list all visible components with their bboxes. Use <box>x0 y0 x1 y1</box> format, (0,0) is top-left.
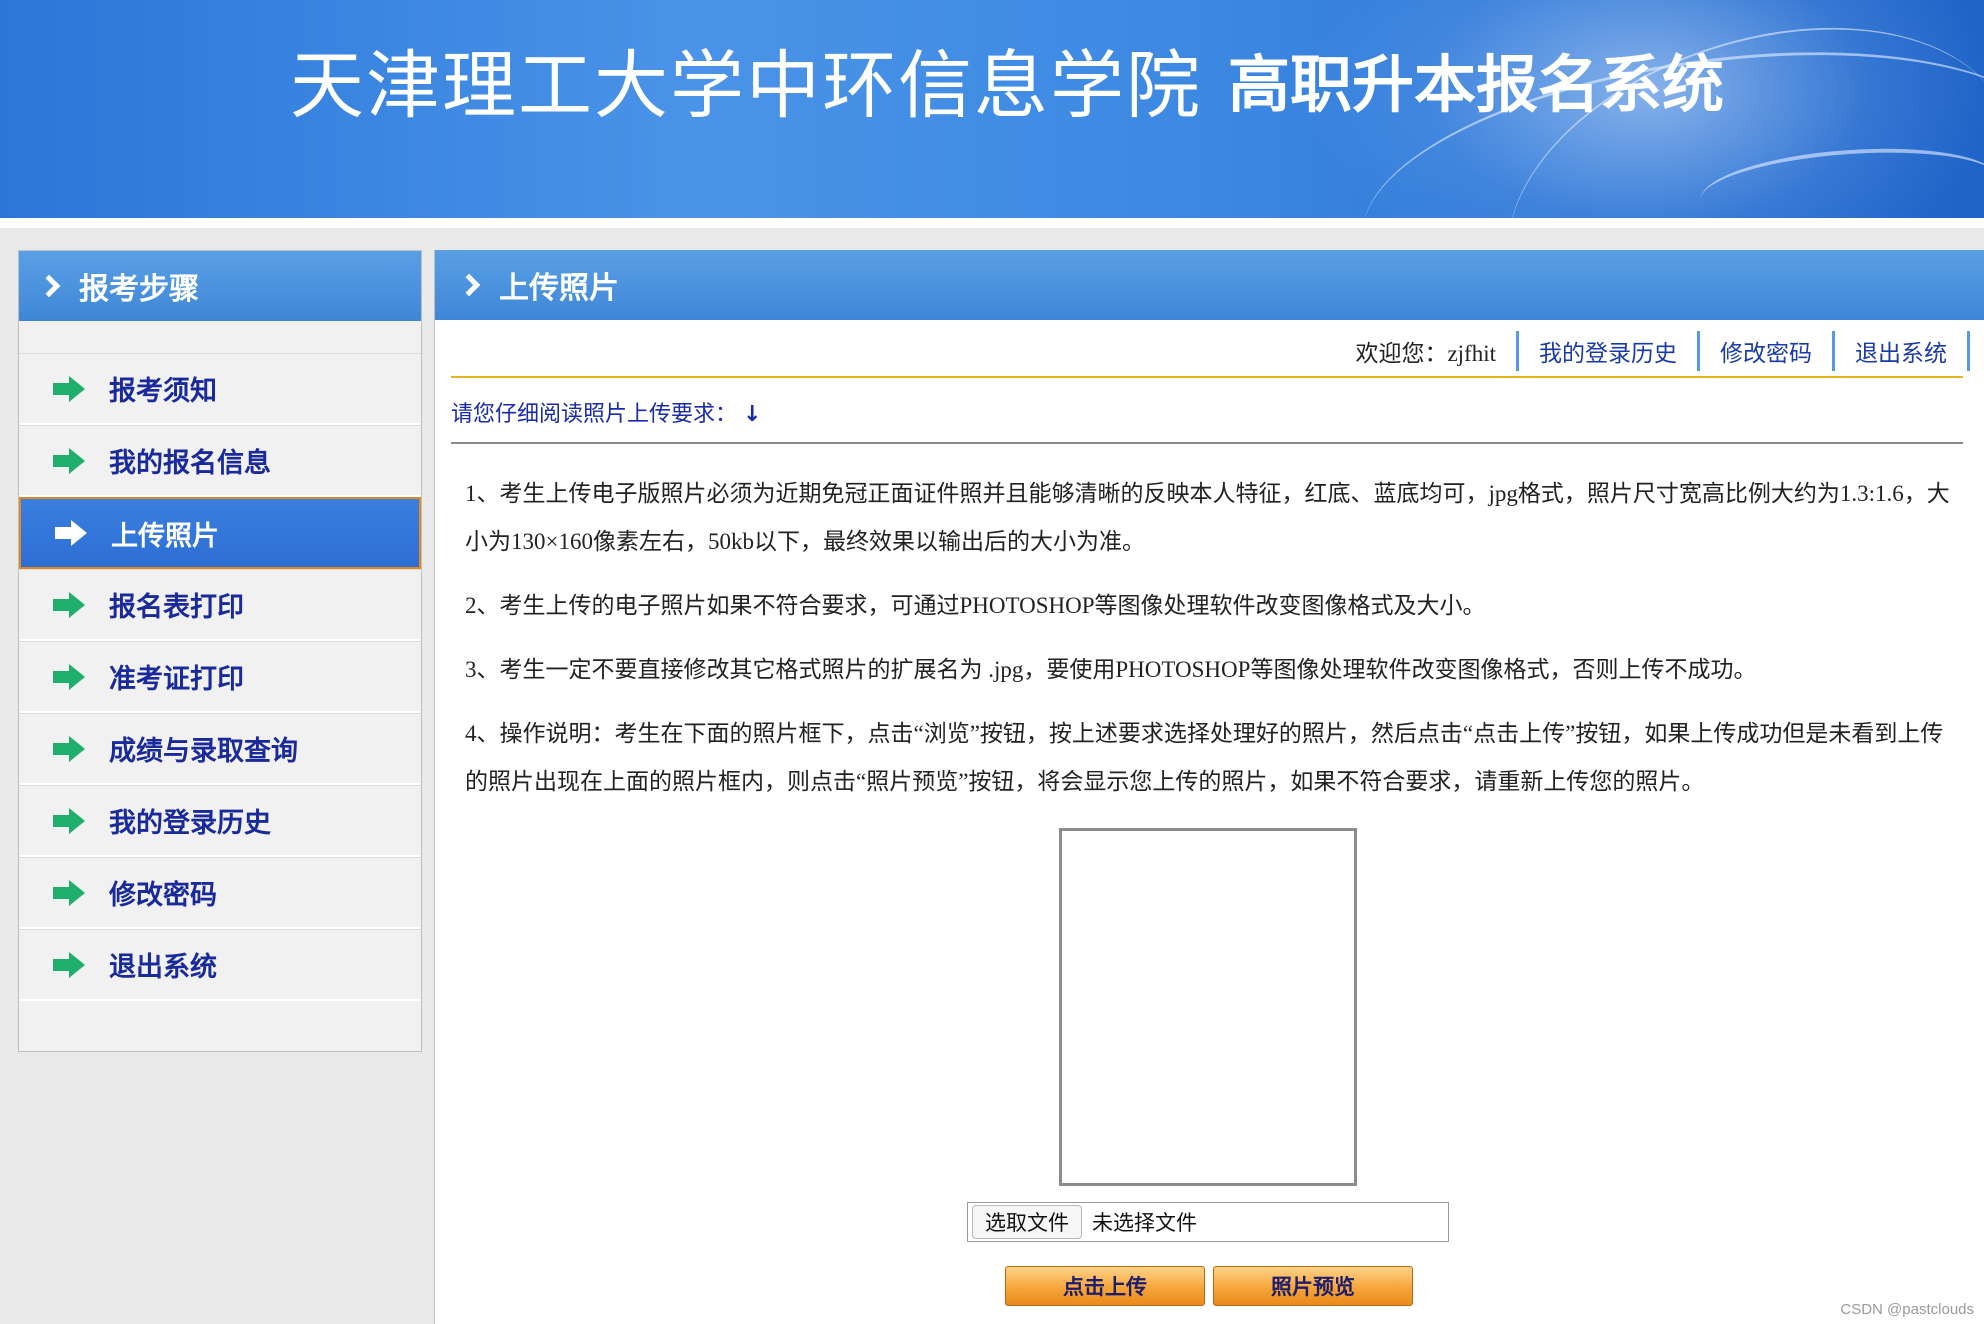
sidebar-item-login-history[interactable]: 我的登录历史 <box>19 785 421 857</box>
notice-title-text: 请您仔细阅读照片上传要求： <box>451 401 738 426</box>
green-arrow-icon <box>53 447 85 474</box>
sidebar-item-print-form[interactable]: 报名表打印 <box>19 569 421 641</box>
photo-preview-frame <box>1059 828 1357 1186</box>
school-name: 天津理工大学中环信息学院 <box>290 43 1202 129</box>
action-buttons: 点击上传 照片预览 <box>1005 1266 1413 1306</box>
chevron-right-icon <box>457 273 481 297</box>
sidebar-item-label: 退出系统 <box>109 952 217 983</box>
choose-file-button[interactable]: 选取文件 <box>972 1205 1082 1239</box>
welcome-text: 欢迎您：zjfhit <box>1355 341 1496 366</box>
green-arrow-icon <box>53 375 85 402</box>
sidebar-item-change-password[interactable]: 修改密码 <box>19 857 421 929</box>
notice-title: 请您仔细阅读照片上传要求： ↓ <box>451 396 761 428</box>
divider <box>451 442 1963 444</box>
sidebar-item-label: 修改密码 <box>109 880 217 911</box>
watermark: CSDN @pastclouds <box>1840 1301 1974 1318</box>
sidebar-title: 报考步骤 <box>79 272 199 307</box>
page-title: 上传照片 <box>499 271 619 306</box>
rule-item: 3、考生一定不要直接修改其它格式照片的扩展名为 .jpg，要使用PHOTOSHO… <box>465 657 1757 682</box>
file-status-text: 未选择文件 <box>1092 1211 1197 1235</box>
chevron-right-icon <box>37 274 61 298</box>
white-arrow-icon <box>55 520 87 546</box>
sidebar-menu: 报考须知 我的报名信息 上传照片 报名表打印 准考证打印 成绩与录取查询 我的登… <box>19 353 421 1001</box>
down-arrow-icon: ↓ <box>743 402 762 427</box>
sidebar-item-upload-photo[interactable]: 上传照片 <box>19 497 421 569</box>
sidebar-item-label: 成绩与录取查询 <box>109 736 298 767</box>
green-arrow-icon <box>53 663 85 690</box>
green-arrow-icon <box>53 879 85 906</box>
header-banner: 天津理工大学中环信息学院 高职升本报名系统 <box>0 0 1984 218</box>
user-bar: 欢迎您：zjfhit 我的登录历史 修改密码 退出系统 <box>1355 328 1970 374</box>
divider <box>451 376 1963 378</box>
link-separator <box>1967 331 1970 371</box>
system-name: 高职升本报名系统 <box>1228 48 1725 121</box>
sidebar-item-print-admission[interactable]: 准考证打印 <box>19 641 421 713</box>
sidebar-item-results-query[interactable]: 成绩与录取查询 <box>19 713 421 785</box>
banner-divider <box>0 218 1984 228</box>
green-arrow-icon <box>53 807 85 834</box>
sidebar-item-label: 上传照片 <box>111 520 219 552</box>
sidebar-item-my-registration[interactable]: 我的报名信息 <box>19 425 421 497</box>
sidebar: 报考步骤 报考须知 我的报名信息 上传照片 报名表打印 准考证打印 成绩与录取查… <box>18 250 422 1052</box>
main-header: 上传照片 <box>435 250 1984 320</box>
rule-item: 4、操作说明：考生在下面的照片框下，点击“浏览”按钮，按上述要求选择处理好的照片… <box>465 721 1944 794</box>
rule-item: 1、考生上传电子版照片必须为近期免冠正面证件照并且能够清晰的反映本人特征，红底、… <box>465 481 1950 554</box>
upload-button[interactable]: 点击上传 <box>1005 1266 1205 1306</box>
upload-rules: 1、考生上传电子版照片必须为近期免冠正面证件照并且能够清晰的反映本人特征，红底、… <box>465 470 1963 822</box>
sidebar-item-label: 报考须知 <box>109 376 217 407</box>
green-arrow-icon <box>53 735 85 762</box>
rule-item: 2、考生上传的电子照片如果不符合要求，可通过PHOTOSHOP等图像处理软件改变… <box>465 593 1486 618</box>
preview-button[interactable]: 照片预览 <box>1213 1266 1413 1306</box>
logout-link[interactable]: 退出系统 <box>1835 334 1967 368</box>
sidebar-item-exam-notice[interactable]: 报考须知 <box>19 353 421 425</box>
file-input[interactable]: 选取文件 未选择文件 <box>967 1202 1449 1242</box>
green-arrow-icon <box>53 591 85 618</box>
login-history-link[interactable]: 我的登录历史 <box>1519 334 1697 368</box>
sidebar-header: 报考步骤 <box>19 251 421 321</box>
main-panel: 上传照片 欢迎您：zjfhit 我的登录历史 修改密码 退出系统 请您仔细阅读照… <box>434 250 1984 1324</box>
sidebar-item-label: 我的登录历史 <box>109 808 271 839</box>
sidebar-item-label: 准考证打印 <box>109 664 244 695</box>
change-password-link[interactable]: 修改密码 <box>1700 334 1832 368</box>
sidebar-item-label: 报名表打印 <box>109 592 244 623</box>
sidebar-item-logout[interactable]: 退出系统 <box>19 929 421 1001</box>
sidebar-item-label: 我的报名信息 <box>109 448 271 479</box>
green-arrow-icon <box>53 951 85 978</box>
